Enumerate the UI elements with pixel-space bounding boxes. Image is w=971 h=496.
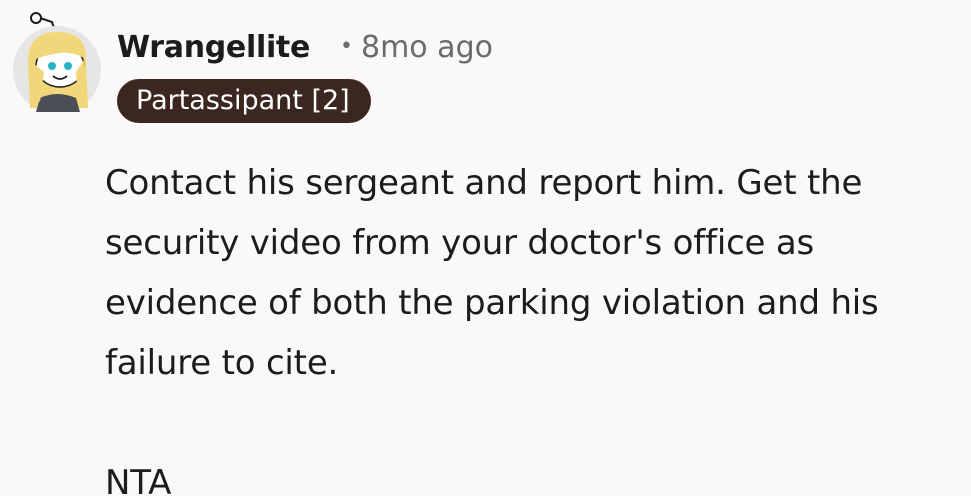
meta-separator: •: [340, 34, 353, 59]
comment-paragraph: Contact his sergeant and report him. Get…: [105, 163, 879, 383]
author-username[interactable]: Wrangellite: [117, 28, 310, 68]
snoo-avatar-icon[interactable]: [10, 12, 104, 112]
user-flair-badge: Partassipant [2]: [117, 79, 371, 123]
comment-card: Wrangellite • 8mo ago Partassipant [2] Co…: [0, 0, 971, 496]
comment-meta: • 8mo ago: [340, 28, 493, 71]
comment-timestamp[interactable]: 8mo ago: [361, 30, 493, 65]
comment-body: Contact his sergeant and report him. Get…: [105, 153, 965, 496]
comment-paragraph: NTA: [105, 463, 172, 496]
